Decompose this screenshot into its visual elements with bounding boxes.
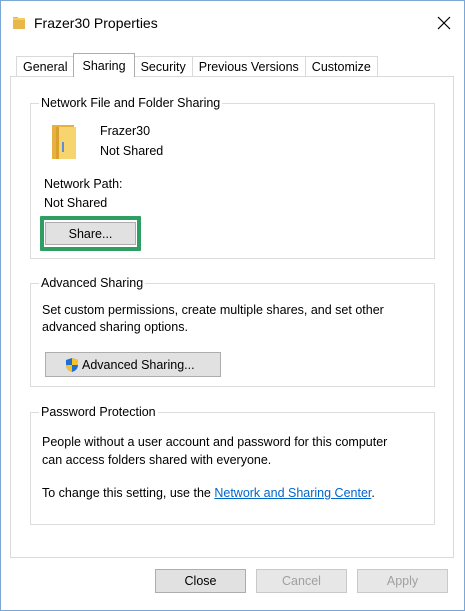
tab-security[interactable]: Security xyxy=(133,56,193,77)
close-button[interactable] xyxy=(430,11,458,35)
advanced-sharing-button[interactable]: Advanced Sharing... xyxy=(45,352,221,377)
password-protection-description-line1: People without a user account and passwo… xyxy=(42,435,388,449)
network-path-value: Not Shared xyxy=(44,196,108,210)
folder-name: Frazer30 xyxy=(100,124,151,138)
network-sharing-group-label: Network File and Folder Sharing xyxy=(39,95,223,111)
close-dialog-button[interactable]: Close xyxy=(155,569,246,593)
title-bar: Frazer30 Properties xyxy=(1,1,464,45)
window-title: Frazer30 Properties xyxy=(34,15,158,31)
close-icon xyxy=(437,16,451,30)
network-path-label: Network Path: xyxy=(44,177,123,191)
change-setting-prefix: To change this setting, use the xyxy=(42,486,215,500)
advanced-sharing-description-line1: Set custom permissions, create multiple … xyxy=(42,303,384,317)
advanced-sharing-description-line2: advanced sharing options. xyxy=(42,320,188,334)
tab-customize[interactable]: Customize xyxy=(304,56,378,77)
folder-icon xyxy=(52,125,76,159)
share-button[interactable]: Share... xyxy=(45,222,136,245)
password-protection-description-line2: can access folders shared with everyone. xyxy=(42,453,272,467)
folder-icon xyxy=(13,17,25,29)
advanced-sharing-button-label: Advanced Sharing... xyxy=(82,357,195,372)
folder-share-status: Not Shared xyxy=(100,144,164,158)
sharing-panel: Network File and Folder Sharing Frazer30… xyxy=(10,76,454,558)
advanced-sharing-group-label: Advanced Sharing xyxy=(39,275,146,291)
network-sharing-center-link[interactable]: Network and Sharing Center xyxy=(214,486,371,500)
tab-sharing[interactable]: Sharing xyxy=(73,53,135,77)
apply-button[interactable]: Apply xyxy=(357,569,448,593)
tab-general[interactable]: General xyxy=(16,56,75,77)
password-protection-change-text: To change this setting, use the Network … xyxy=(42,485,375,501)
uac-shield-icon xyxy=(66,357,78,372)
change-setting-suffix: . xyxy=(371,486,375,500)
tab-previous-versions[interactable]: Previous Versions xyxy=(191,56,306,77)
tab-strip: General Sharing Security Previous Versio… xyxy=(16,53,378,77)
properties-window: Frazer30 Properties General Sharing Secu… xyxy=(0,0,465,611)
cancel-button[interactable]: Cancel xyxy=(256,569,347,593)
password-protection-group: Password Protection xyxy=(30,404,435,525)
password-protection-group-label: Password Protection xyxy=(39,404,158,420)
